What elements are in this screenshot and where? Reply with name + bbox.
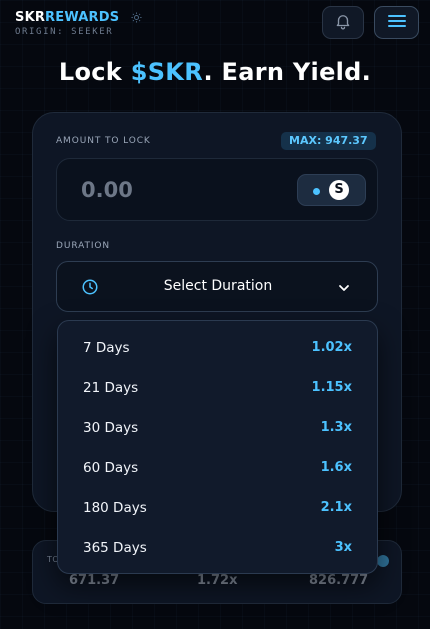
- notifications-button[interactable]: [322, 6, 364, 39]
- amount-input[interactable]: 0.00: [81, 178, 133, 202]
- brand-main: SKR: [15, 10, 46, 25]
- duration-option[interactable]: 30 Days 1.3x: [58, 408, 379, 448]
- option-multiplier: 1.3x: [320, 420, 352, 435]
- stat-value: 826.777: [309, 573, 369, 588]
- token-selector[interactable]: S: [297, 174, 366, 206]
- chevron-down-icon: [337, 280, 351, 299]
- sun-icon[interactable]: [131, 12, 142, 23]
- menu-icon: [387, 13, 407, 33]
- brand-accent: REWARDS: [45, 10, 120, 25]
- duration-select[interactable]: Select Duration: [56, 261, 378, 312]
- option-days: 180 Days: [83, 500, 147, 516]
- duration-dropdown: 7 Days 1.02x 21 Days 1.15x 30 Days 1.3x …: [57, 320, 378, 574]
- stat-value: 671.37: [69, 573, 120, 588]
- headline-token: $SKR: [130, 58, 204, 86]
- option-days: 21 Days: [83, 380, 139, 396]
- amount-field[interactable]: 0.00 S: [56, 158, 378, 221]
- amount-label: AMOUNT TO LOCK: [56, 136, 151, 146]
- status-dot: [313, 188, 320, 195]
- headline-suffix: . Earn Yield.: [203, 58, 372, 86]
- bell-icon: [334, 12, 352, 34]
- duration-option[interactable]: 60 Days 1.6x: [58, 448, 379, 488]
- option-multiplier: 1.15x: [311, 380, 352, 395]
- option-multiplier: 3x: [334, 540, 352, 555]
- duration-label: DURATION: [56, 241, 111, 251]
- duration-option[interactable]: 180 Days 2.1x: [58, 488, 379, 528]
- option-multiplier: 1.02x: [311, 340, 352, 355]
- option-multiplier: 1.6x: [320, 460, 352, 475]
- origin-label: ORIGIN: SEEKER: [15, 27, 114, 37]
- option-multiplier: 2.1x: [320, 500, 352, 515]
- option-days: 7 Days: [83, 340, 130, 356]
- page-headline: Lock $SKR. Earn Yield.: [0, 58, 430, 86]
- stat-value: 1.72x: [197, 573, 238, 588]
- duration-option[interactable]: 21 Days 1.15x: [58, 368, 379, 408]
- duration-option[interactable]: 7 Days 1.02x: [58, 328, 379, 368]
- app-header: SKR REWARDS ORIGIN: SEEKER: [0, 0, 430, 46]
- brand-title: SKR REWARDS: [15, 10, 142, 25]
- option-days: 365 Days: [83, 540, 147, 556]
- brand[interactable]: SKR REWARDS ORIGIN: SEEKER: [15, 10, 142, 37]
- skr-token-icon: S: [329, 180, 349, 200]
- headline-prefix: Lock: [58, 58, 131, 86]
- menu-button[interactable]: [374, 6, 419, 39]
- duration-select-value: Select Duration: [163, 278, 273, 294]
- duration-option[interactable]: 365 Days 3x: [58, 528, 379, 568]
- max-button[interactable]: MAX: 947.37: [281, 132, 376, 150]
- option-days: 30 Days: [83, 420, 139, 436]
- option-days: 60 Days: [83, 460, 139, 476]
